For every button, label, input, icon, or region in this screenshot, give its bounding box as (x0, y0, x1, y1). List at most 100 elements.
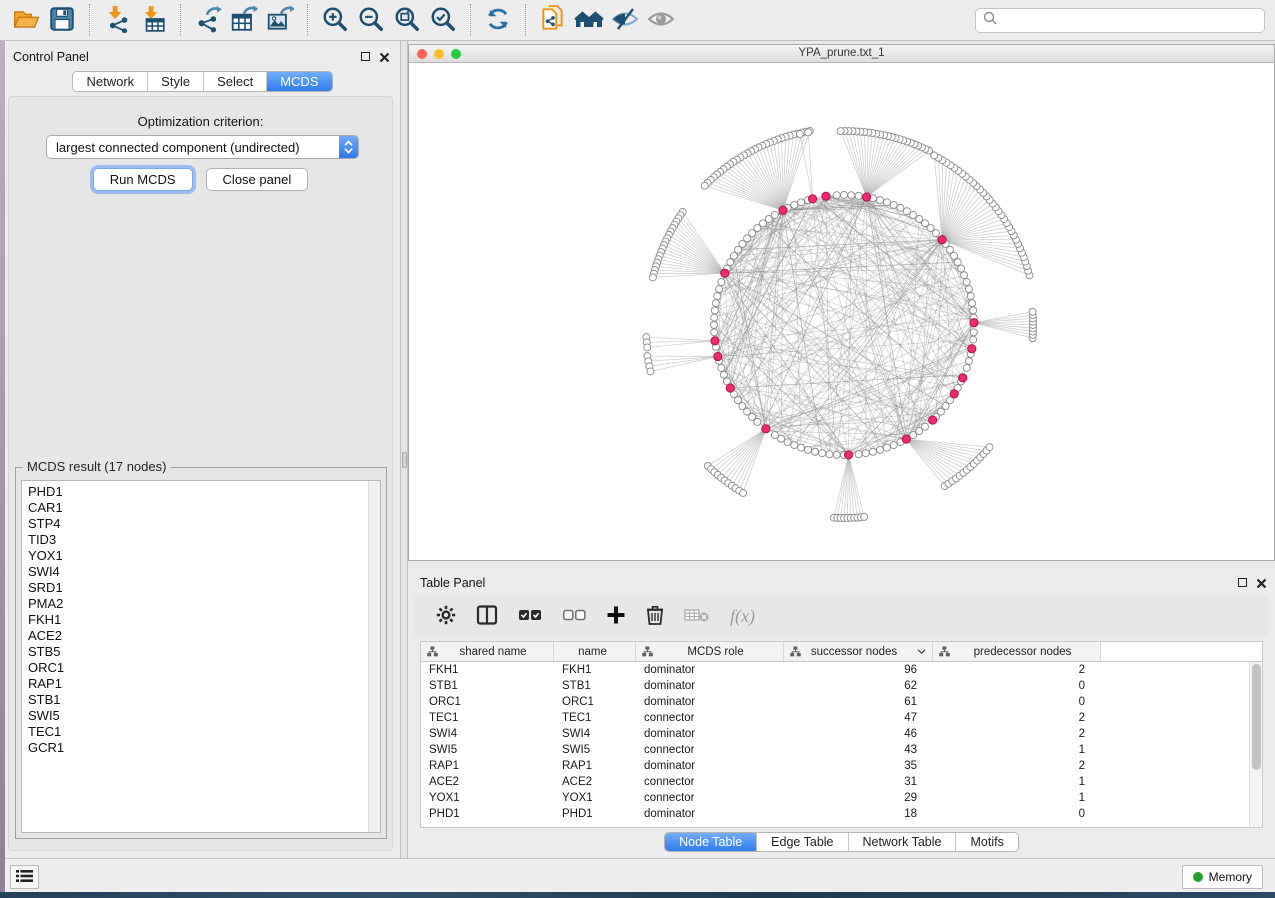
show-graphics-details-button[interactable] (643, 2, 679, 38)
table-row[interactable]: ORC1ORC1dominator610 (421, 694, 1262, 710)
table-panel: Table Panel f(x) shared namenameMCDS rol… (408, 567, 1275, 858)
table-row[interactable]: YOX1YOX1connector291 (421, 790, 1262, 806)
table-row[interactable]: PHD1PHD1dominator180 (421, 806, 1262, 822)
tab-style[interactable]: Style (148, 72, 204, 91)
zoom-fit-button[interactable] (389, 2, 425, 38)
zoom-fit-icon (393, 5, 421, 36)
network-window-titlebar[interactable]: YPA_prune.txt_1 (409, 45, 1274, 63)
column-header-MCDS-role[interactable]: MCDS role (636, 642, 784, 661)
zoom-in-button[interactable] (317, 2, 353, 38)
close-table-panel-icon[interactable] (1256, 577, 1267, 588)
import-table-button[interactable] (135, 2, 171, 38)
result-node-item[interactable]: TID3 (22, 532, 380, 548)
result-node-item[interactable]: PMA2 (22, 596, 380, 612)
add-column-button[interactable] (606, 605, 626, 628)
result-node-item[interactable]: RAP1 (22, 676, 380, 692)
settings-gear-button[interactable] (436, 605, 456, 628)
export-table-icon (230, 5, 258, 36)
export-table-button[interactable] (226, 2, 262, 38)
tab-motifs[interactable]: Motifs (956, 833, 1017, 851)
result-node-item[interactable]: CAR1 (22, 500, 380, 516)
result-node-item[interactable]: SWI5 (22, 708, 380, 724)
table-body: FKH1FKH1dominator962STB1STB1dominator620… (421, 662, 1262, 822)
cell-successor-nodes: 18 (784, 806, 933, 822)
vertical-splitter[interactable] (400, 41, 408, 858)
table-row[interactable]: SWI4SWI4dominator462 (421, 726, 1262, 742)
split-panel-icon (476, 605, 498, 628)
tab-network[interactable]: Network (73, 72, 148, 91)
result-node-item[interactable]: STP4 (22, 516, 380, 532)
select-all-button[interactable] (518, 608, 542, 625)
run-mcds-button[interactable]: Run MCDS (93, 168, 193, 191)
split-panel-button[interactable] (476, 605, 498, 628)
result-node-item[interactable]: ORC1 (22, 660, 380, 676)
optimization-criterion-select[interactable]: largest connected component (undirected) (46, 135, 359, 159)
table-row[interactable]: FKH1FKH1dominator962 (421, 662, 1262, 678)
hide-graphics-details-icon (610, 5, 640, 36)
hide-graphics-details-button[interactable] (607, 2, 643, 38)
column-header-name[interactable]: name (554, 642, 636, 661)
column-header-successor-nodes[interactable]: successor nodes (784, 642, 933, 661)
result-node-item[interactable]: PHD1 (22, 484, 380, 500)
tab-mcds[interactable]: MCDS (267, 72, 331, 91)
save-session-button[interactable] (44, 2, 80, 38)
network-canvas[interactable] (409, 64, 1274, 560)
network-graph[interactable] (409, 64, 1274, 560)
zoom-out-button[interactable] (353, 2, 389, 38)
close-panel-icon[interactable] (379, 51, 390, 62)
result-node-item[interactable]: SWI4 (22, 564, 380, 580)
import-network-button[interactable] (99, 2, 135, 38)
result-list-scrollbar[interactable] (368, 481, 380, 832)
table-row[interactable]: ACE2ACE2connector311 (421, 774, 1262, 790)
table-row[interactable]: STB1STB1dominator620 (421, 678, 1262, 694)
table-row[interactable]: TEC1TEC1connector472 (421, 710, 1262, 726)
tab-edge-table[interactable]: Edge Table (757, 833, 848, 851)
refresh-layout-button[interactable] (480, 2, 516, 38)
table-scrollbar-thumb[interactable] (1252, 664, 1261, 770)
maximize-window-icon[interactable] (451, 49, 461, 59)
zoom-selected-button[interactable] (425, 2, 461, 38)
network-home-button[interactable] (571, 2, 607, 38)
float-table-panel-icon[interactable] (1238, 578, 1247, 587)
control-panel-title: Control Panel (13, 50, 89, 64)
result-node-item[interactable]: TEC1 (22, 724, 380, 740)
splitter-grip-icon[interactable] (402, 452, 407, 468)
tab-network-table[interactable]: Network Table (849, 833, 957, 851)
export-image-button[interactable] (262, 2, 298, 38)
table-row[interactable]: SWI5SWI5connector431 (421, 742, 1262, 758)
table-row[interactable]: RAP1RAP1dominator352 (421, 758, 1262, 774)
result-node-item[interactable]: FKH1 (22, 612, 380, 628)
open-file-button[interactable] (8, 2, 44, 38)
result-node-item[interactable]: GCR1 (22, 740, 380, 756)
result-node-item[interactable]: YOX1 (22, 548, 380, 564)
memory-button[interactable]: Memory (1182, 865, 1263, 889)
cell-successor-nodes: 47 (784, 710, 933, 726)
result-node-item[interactable]: STB1 (22, 692, 380, 708)
table-scrollbar[interactable] (1249, 662, 1262, 827)
save-session-icon (48, 5, 76, 36)
float-panel-icon[interactable] (361, 52, 370, 61)
column-header-predecessor-nodes[interactable]: predecessor nodes (933, 642, 1101, 661)
result-node-item[interactable]: ACE2 (22, 628, 380, 644)
delete-column-button[interactable] (646, 605, 664, 628)
delete-table-button[interactable] (684, 607, 710, 626)
cell-name: SWI5 (554, 742, 636, 758)
tab-select[interactable]: Select (204, 72, 267, 91)
minimize-window-icon[interactable] (434, 49, 444, 59)
add-column-icon (606, 605, 626, 628)
share-document-button[interactable] (535, 2, 571, 38)
global-search-box[interactable] (975, 8, 1265, 33)
tab-node-table[interactable]: Node Table (665, 833, 757, 851)
search-input[interactable] (1002, 14, 1264, 28)
export-network-button[interactable] (190, 2, 226, 38)
cell-successor-nodes: 31 (784, 774, 933, 790)
mcds-result-list[interactable]: PHD1CAR1STP4TID3YOX1SWI4SRD1PMA2FKH1ACE2… (21, 480, 381, 833)
deselect-all-button[interactable] (562, 608, 586, 625)
result-node-item[interactable]: SRD1 (22, 580, 380, 596)
function-builder-button[interactable]: f(x) (730, 606, 755, 627)
close-window-icon[interactable] (417, 49, 427, 59)
result-node-item[interactable]: STB5 (22, 644, 380, 660)
task-history-button[interactable] (10, 865, 39, 889)
close-panel-button[interactable]: Close panel (206, 168, 309, 191)
column-header-shared-name[interactable]: shared name (421, 642, 554, 661)
